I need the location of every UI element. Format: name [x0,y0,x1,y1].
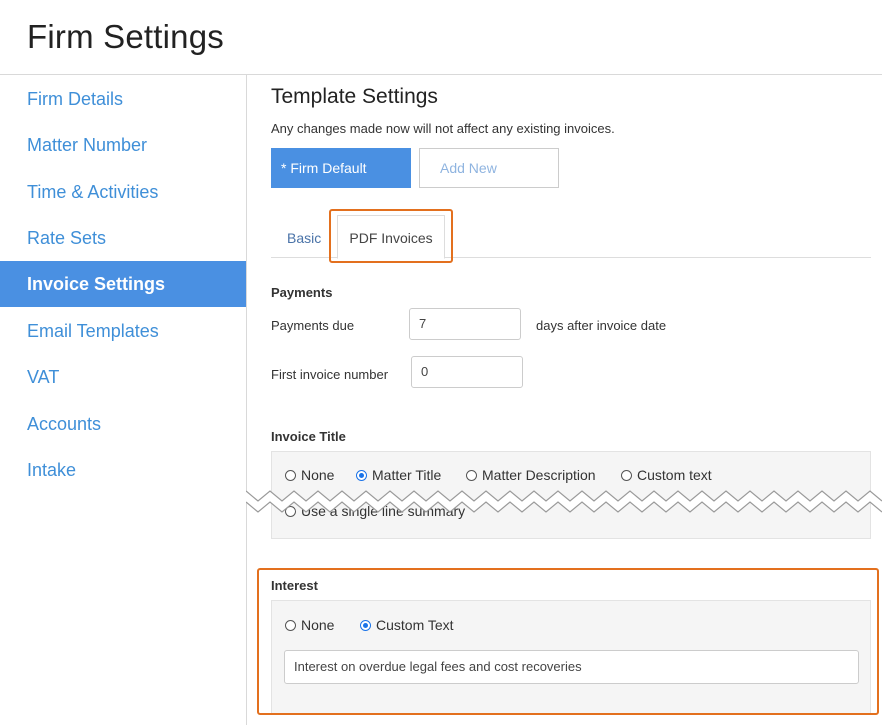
tab-basic[interactable]: Basic [287,230,321,246]
radio-on-icon [356,469,367,481]
invoice-title-option-none[interactable]: None [285,467,334,483]
sidebar-item-invoice-settings[interactable]: Invoice Settings [0,261,246,307]
template-note: Any changes made now will not affect any… [271,121,615,136]
sidebar-item-accounts[interactable]: Accounts [0,401,246,447]
sidebar-item-time-activities[interactable]: Time & Activities [0,169,246,215]
radio-off-icon [466,469,477,481]
payments-due-label: Payments due [271,318,355,333]
invoice-title-heading: Invoice Title [271,429,346,444]
invoice-title-option-custom-text[interactable]: Custom text [621,467,712,483]
tab-highlight-box [329,209,453,263]
sidebar-item-firm-details[interactable]: Firm Details [0,76,246,122]
sidebar-item-matter-number[interactable]: Matter Number [0,122,246,168]
sidebar-item-vat[interactable]: VAT [0,354,246,400]
payments-due-input[interactable]: 7 [409,308,521,340]
page-title: Firm Settings [27,18,224,55]
payments-heading: Payments [271,285,333,300]
section-title: Template Settings [271,85,438,108]
first-invoice-number-input[interactable]: 0 [411,356,523,388]
torn-edge-divider [246,490,882,513]
first-invoice-number-label: First invoice number [271,367,389,382]
sidebar-item-email-templates[interactable]: Email Templates [0,308,246,354]
firm-default-button[interactable]: * Firm Default [271,148,411,188]
invoice-title-option-matter-title[interactable]: Matter Title [356,467,441,483]
add-new-button[interactable]: Add New [419,148,559,188]
invoice-title-option-matter-description[interactable]: Matter Description [466,467,596,483]
settings-sidebar: Firm Details Matter Number Time & Activi… [0,75,247,725]
payments-due-suffix: days after invoice date [536,318,667,333]
radio-off-icon [285,469,296,481]
sidebar-item-rate-sets[interactable]: Rate Sets [0,215,246,261]
sidebar-item-intake[interactable]: Intake [0,447,246,493]
interest-highlight-box [257,568,879,715]
radio-off-icon [621,469,632,481]
